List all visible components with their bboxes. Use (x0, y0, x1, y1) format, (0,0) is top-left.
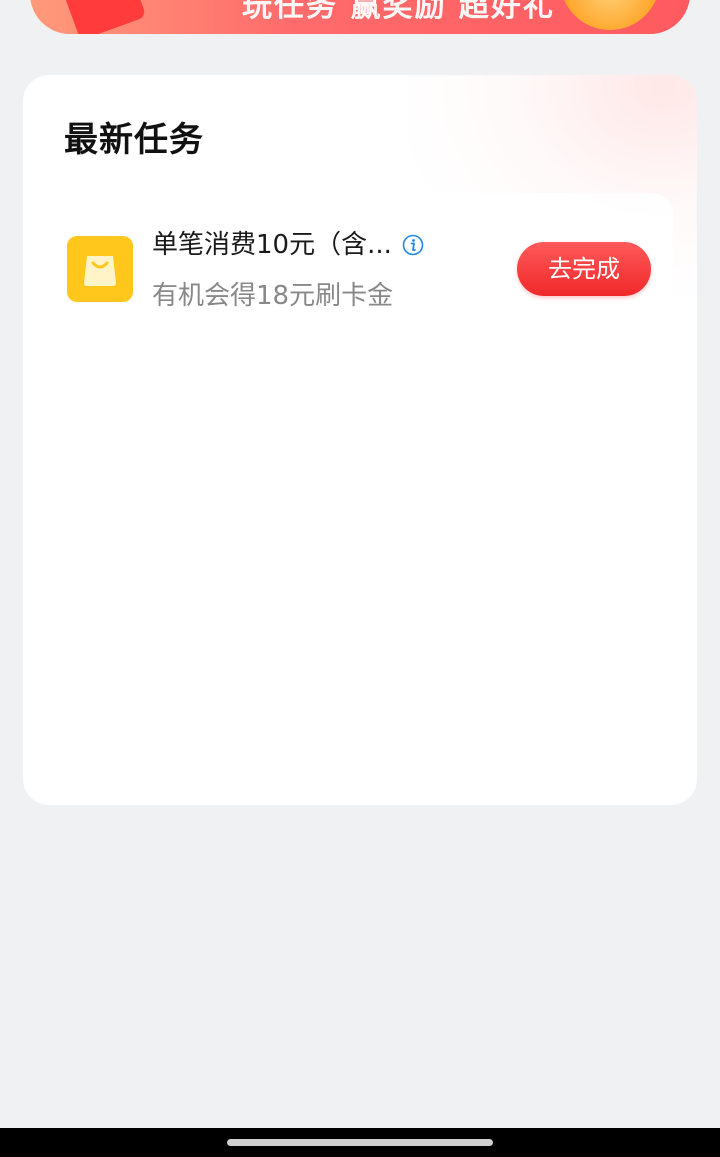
home-indicator[interactable] (227, 1139, 493, 1146)
section-title: 最新任务 (64, 120, 204, 160)
latest-tasks-card: 最新任务 单笔消费10元（含... 有机会得18元刷卡金 去完成 (23, 75, 697, 805)
shopping-bag-icon (67, 236, 133, 302)
gift-box-icon (63, 0, 147, 34)
task-reward-text: 有机会得18元刷卡金 (152, 281, 394, 311)
system-navigation-bar (0, 1128, 720, 1157)
banner-text: 玩任务 赢奖励 超好礼 (242, 0, 555, 24)
promo-banner[interactable]: 玩任务 赢奖励 超好礼 (30, 0, 690, 34)
coin-icon (560, 0, 660, 30)
go-complete-button[interactable]: 去完成 (517, 242, 651, 296)
info-icon[interactable] (402, 234, 424, 256)
task-title: 单笔消费10元（含... (152, 230, 392, 260)
